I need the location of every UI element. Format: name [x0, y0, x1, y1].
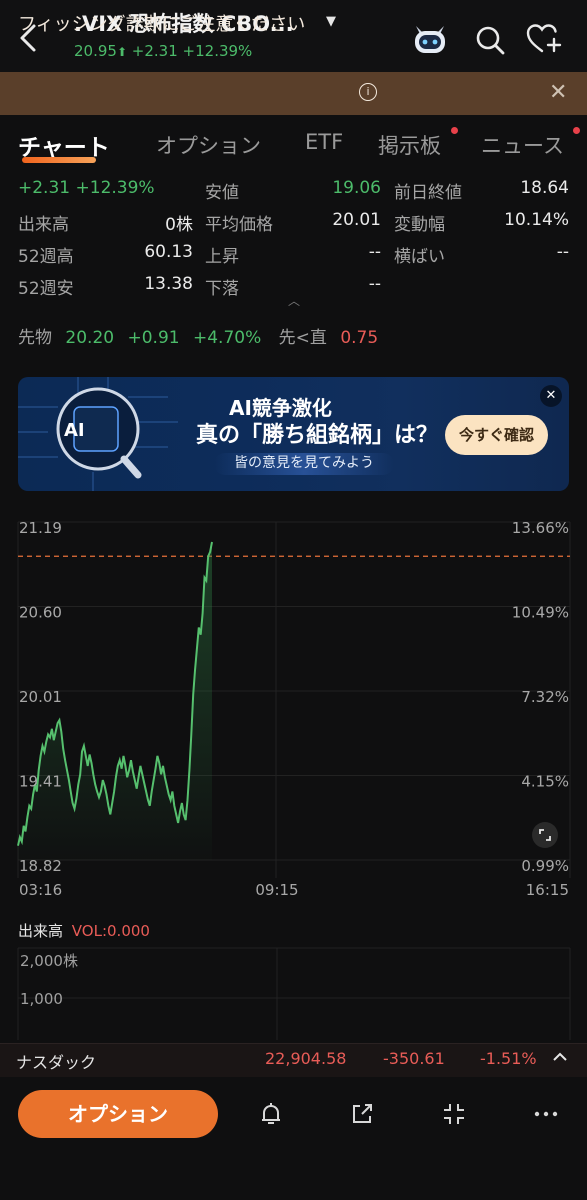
- futures-price: 20.20: [65, 328, 115, 348]
- tab-board[interactable]: 掲示板: [378, 130, 441, 160]
- share-button[interactable]: [348, 1100, 376, 1128]
- stat-label: 52週高: [18, 247, 74, 267]
- notification-dot: [451, 127, 458, 134]
- stat-prev-close-value: 18.64: [520, 178, 569, 198]
- y-tick-label: 21.19: [19, 519, 62, 537]
- futures-row: 先物 20.20 +0.91 +4.70% 先<直 0.75: [18, 323, 378, 348]
- volume-tick: 1,000: [20, 990, 63, 1008]
- y-tick-label: 20.01: [19, 688, 62, 706]
- ticker-pct: -1.51%: [480, 1049, 537, 1068]
- y-tick-label-pct: 13.66%: [512, 519, 569, 537]
- ticker-name: ナスダック: [16, 1053, 97, 1072]
- stat-low-value: 19.06: [332, 178, 381, 198]
- y-tick-label-pct: 10.49%: [512, 604, 569, 622]
- y-tick-label-pct: 4.15%: [521, 773, 569, 791]
- ticker-price: 22,904.58: [265, 1049, 347, 1068]
- expand-icon: [539, 829, 551, 841]
- ad-cta-button[interactable]: 今すぐ確認: [445, 415, 548, 455]
- fullscreen-button[interactable]: [532, 822, 558, 848]
- tab-options[interactable]: オプション: [156, 130, 261, 160]
- more-button[interactable]: [532, 1100, 560, 1128]
- stat-label: 52週安: [18, 279, 74, 299]
- y-tick-label: 20.60: [19, 604, 62, 622]
- header-change-pct: +12.39%: [182, 42, 253, 60]
- close-icon[interactable]: ✕: [549, 80, 567, 105]
- futures-spread-value: 0.75: [340, 328, 379, 348]
- stat-change-pct: +12.39%: [75, 178, 155, 198]
- stat-prev-close-label: 前日終値: [394, 183, 462, 203]
- collapse-button[interactable]: [440, 1100, 468, 1128]
- ad-subtitle: 皆の意見を見てみよう: [214, 453, 394, 475]
- y-tick-label-pct: 7.32%: [521, 688, 569, 706]
- stat-low-label: 安値: [205, 183, 239, 203]
- add-favorite-button[interactable]: [524, 22, 564, 56]
- stat-change-value: +2.31: [18, 178, 71, 198]
- header-price: 20.95: [74, 42, 117, 60]
- search-icon: [476, 26, 505, 55]
- volume-value: VOL:0.000: [71, 922, 150, 940]
- volume-label: 出来高: [18, 922, 64, 940]
- stat-value: --: [368, 274, 381, 294]
- price-chart[interactable]: 21.19 20.60 20.01 19.41 18.82 13.66% 10.49% 7.…: [0, 505, 587, 905]
- futures-change: +0.91: [127, 328, 180, 348]
- share-icon: [353, 1104, 372, 1123]
- notification-dot: [573, 127, 580, 134]
- chevron-down-icon[interactable]: ▼: [326, 14, 336, 29]
- y-tick-label: 19.41: [19, 773, 62, 791]
- x-tick-label: 03:16: [19, 881, 62, 899]
- stat-label: 下落: [205, 279, 239, 299]
- volume-header: 出来高 VOL:0.000: [18, 920, 150, 941]
- x-tick-label: 16:15: [526, 881, 569, 899]
- stat-value: 13.38: [144, 274, 193, 294]
- search-button[interactable]: [473, 23, 507, 57]
- chevron-up-icon[interactable]: ︿: [288, 292, 300, 309]
- alert-bell-button[interactable]: [257, 1100, 285, 1128]
- y-tick-label-pct: 0.99%: [521, 857, 569, 875]
- options-button[interactable]: オプション: [18, 1090, 218, 1138]
- stat-value: 10.14%: [504, 210, 569, 230]
- stat-value: --: [368, 242, 381, 262]
- tab-etf[interactable]: ETF: [305, 130, 343, 154]
- banner-text: フィッシング詐欺にご注意ください: [18, 14, 306, 35]
- robot-icon[interactable]: [410, 22, 450, 56]
- volume-tick: 2,000株: [20, 952, 78, 970]
- more-icon: [534, 1111, 558, 1117]
- bell-icon: [262, 1103, 280, 1124]
- ad-headline: 真の「勝ち組銘柄」は？: [196, 423, 439, 448]
- stat-label: 変動幅: [394, 215, 445, 235]
- ticker-change: -350.61: [383, 1049, 445, 1068]
- stat-value: 60.13: [144, 242, 193, 262]
- tab-news[interactable]: ニュース: [481, 130, 564, 160]
- phishing-warning-banner[interactable]: [0, 72, 587, 115]
- stat-value: 0株: [165, 215, 193, 235]
- tab-underline: [22, 157, 96, 163]
- stat-label: 出来高: [18, 215, 69, 235]
- arrow-up-icon: ⬆: [116, 45, 128, 59]
- header-change: +2.31: [131, 42, 178, 60]
- stat-label: 平均価格: [205, 215, 273, 235]
- ai-chip-label: AI: [64, 420, 85, 441]
- futures-spread-label: 先<直: [278, 328, 327, 348]
- x-tick-label: 09:15: [255, 881, 298, 899]
- chevron-up-icon[interactable]: [552, 1049, 568, 1065]
- volume-chart: 2,000株 1,000: [17, 947, 571, 1040]
- stat-label: 上昇: [205, 247, 239, 267]
- y-tick-label: 18.82: [19, 857, 62, 875]
- x-axis: 03:16 09:15 16:15: [19, 881, 569, 899]
- collapse-icon: [444, 1104, 464, 1124]
- stat-value: --: [556, 242, 569, 262]
- heart-add-icon: [526, 24, 562, 53]
- header-price-line: 20.95⬆ +2.31 +12.39%: [74, 42, 252, 60]
- futures-label: 先物: [18, 328, 52, 348]
- stat-label: 横ばい: [394, 247, 445, 267]
- futures-pct: +4.70%: [193, 328, 262, 348]
- info-icon[interactable]: i: [359, 83, 377, 101]
- stat-change: +2.31 +12.39%: [18, 178, 155, 198]
- stat-value: 20.01: [332, 210, 381, 230]
- close-icon[interactable]: ✕: [540, 385, 562, 407]
